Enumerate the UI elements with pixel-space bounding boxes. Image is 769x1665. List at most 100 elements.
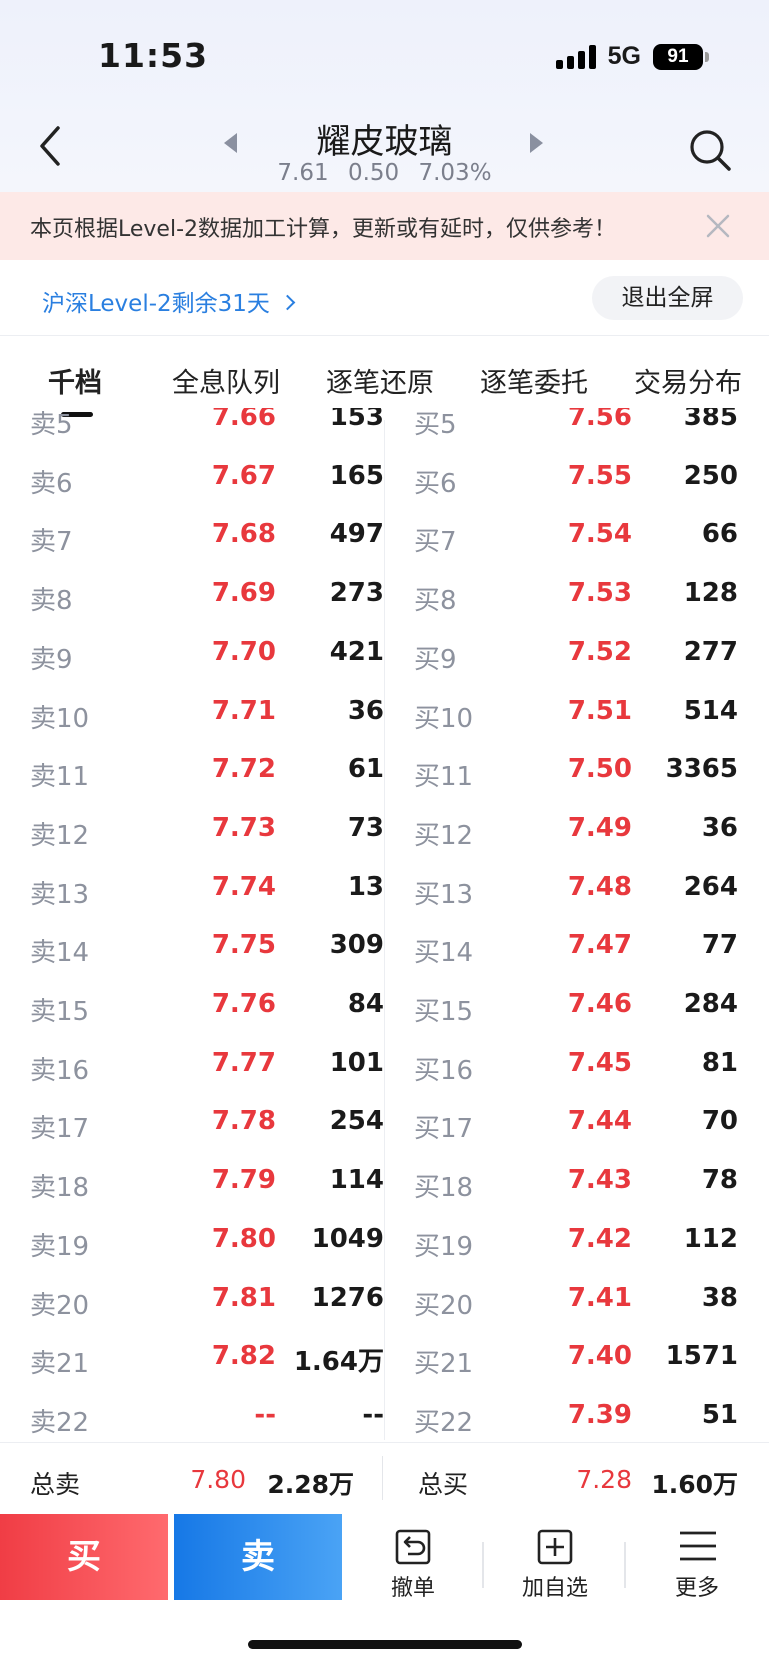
ask-price: 7.69 <box>211 578 276 609</box>
sell-button[interactable]: 卖 <box>174 1514 342 1600</box>
bid-row[interactable]: 买8 7.53 128 <box>414 568 769 626</box>
ask-price: 7.78 <box>211 1106 276 1137</box>
add-watchlist-button[interactable]: 加自选 <box>490 1514 620 1601</box>
bid-level-label: 买20 <box>414 1290 474 1321</box>
ask-row[interactable]: 卖19 7.80 1049 <box>30 1214 400 1272</box>
bid-row[interactable]: 买16 7.45 81 <box>414 1038 769 1096</box>
bid-volume: 385 <box>683 408 738 432</box>
level2-link[interactable]: 沪深Level-2剩余31天 <box>42 284 293 318</box>
ask-row[interactable]: 卖8 7.69 273 <box>30 568 400 626</box>
bid-volume: 112 <box>683 1223 738 1254</box>
ask-row[interactable]: 卖12 7.73 73 <box>30 803 400 861</box>
bid-row[interactable]: 买12 7.49 36 <box>414 803 769 861</box>
ask-row[interactable]: 卖9 7.70 421 <box>30 627 400 685</box>
ask-row[interactable]: 卖6 7.67 165 <box>30 451 400 509</box>
menu-icon <box>680 1531 716 1561</box>
bid-level-label: 买8 <box>414 586 457 617</box>
bid-volume: 66 <box>701 519 738 550</box>
ask-volume: 61 <box>347 754 384 785</box>
bid-price: 7.51 <box>567 695 632 726</box>
tab-qiandang[interactable]: 千档 <box>48 361 102 400</box>
bid-row[interactable]: 买18 7.43 78 <box>414 1155 769 1213</box>
bid-level-label: 买22 <box>414 1407 474 1438</box>
bid-row[interactable]: 买9 7.52 277 <box>414 627 769 685</box>
bid-row[interactable]: 买6 7.55 250 <box>414 451 769 509</box>
ask-row[interactable]: 卖7 7.68 497 <box>30 509 400 567</box>
ask-price: 7.66 <box>211 408 276 432</box>
home-indicator <box>248 1640 522 1649</box>
buy-button[interactable]: 买 <box>0 1514 168 1600</box>
more-label: 更多 <box>674 1576 719 1601</box>
ask-level-label: 卖14 <box>30 938 90 969</box>
ask-price: 7.67 <box>211 460 276 491</box>
bid-level-label: 买18 <box>414 1173 474 1204</box>
bid-price: 7.56 <box>567 408 632 432</box>
bid-row[interactable]: 买15 7.46 284 <box>414 979 769 1037</box>
bid-price: 7.40 <box>567 1341 632 1372</box>
ask-row[interactable]: 卖15 7.76 84 <box>30 979 400 1037</box>
ask-row[interactable]: 卖17 7.78 254 <box>30 1096 400 1154</box>
ask-volume: -- <box>362 1399 384 1430</box>
ask-volume: 114 <box>329 1165 384 1196</box>
ask-level-label: 卖18 <box>30 1173 90 1204</box>
ask-volume: 153 <box>329 408 384 432</box>
search-icon[interactable] <box>686 126 734 174</box>
exit-fullscreen-button[interactable]: 退出全屏 <box>592 276 743 320</box>
tab-zhubi-huanyuan[interactable]: 逐笔还原 <box>326 361 434 400</box>
bid-level-label: 买15 <box>414 997 474 1027</box>
bid-row[interactable]: 买20 7.41 38 <box>414 1273 769 1331</box>
bid-row[interactable]: 买14 7.47 77 <box>414 920 769 978</box>
ask-volume: 421 <box>329 636 384 667</box>
cancel-order-button[interactable]: 撤单 <box>348 1514 478 1601</box>
bid-level-label: 买9 <box>414 644 457 675</box>
more-button[interactable]: 更多 <box>632 1514 762 1601</box>
bid-price: 7.41 <box>567 1282 632 1313</box>
ask-row[interactable]: 卖16 7.77 101 <box>30 1038 400 1096</box>
stock-quote: 7.61 0.50 7.03% <box>0 160 769 186</box>
bid-price: 7.45 <box>567 1047 632 1078</box>
bid-row[interactable]: 买13 7.48 264 <box>414 862 769 920</box>
ask-price: 7.73 <box>211 812 276 843</box>
bid-row[interactable]: 买7 7.54 66 <box>414 509 769 567</box>
bid-row[interactable]: 买17 7.44 70 <box>414 1096 769 1154</box>
close-icon[interactable] <box>704 212 732 240</box>
bid-price: 7.54 <box>567 519 632 550</box>
tab-trade-distribution[interactable]: 交易分布 <box>634 361 742 400</box>
bid-row[interactable]: 买11 7.50 3365 <box>414 744 769 802</box>
ask-row[interactable]: 卖18 7.79 114 <box>30 1155 400 1213</box>
bid-row[interactable]: 买5 7.56 385 <box>414 408 769 450</box>
notice-text: 本页根据Level-2数据加工计算，更新或有延时，仅供参考！ <box>30 217 617 242</box>
book-divider <box>384 420 385 1440</box>
total-buy-price: 7.28 <box>576 1465 632 1494</box>
bid-row[interactable]: 买22 7.39 51 <box>414 1390 769 1442</box>
next-stock-icon[interactable] <box>530 133 543 153</box>
ask-price: 7.77 <box>211 1047 276 1078</box>
ask-level-label: 卖8 <box>30 586 73 617</box>
ask-row[interactable]: 卖10 7.71 36 <box>30 686 400 744</box>
total-sell-label: 总卖 <box>30 1470 81 1499</box>
ask-price: 7.82 <box>211 1341 276 1372</box>
ask-row[interactable]: 卖22 -- -- <box>30 1390 400 1442</box>
ask-level-label: 卖21 <box>30 1349 90 1380</box>
ask-price: 7.74 <box>211 871 276 902</box>
bid-volume: 36 <box>701 812 738 843</box>
bid-price: 7.49 <box>567 812 632 843</box>
tab-bar: 千档 全息队列 逐笔还原 逐笔委托 交易分布 <box>0 337 769 417</box>
bid-price: 7.52 <box>567 636 632 667</box>
bid-volume: 128 <box>683 578 738 609</box>
ask-row[interactable]: 卖14 7.75 309 <box>30 920 400 978</box>
tab-quanxi-queue[interactable]: 全息队列 <box>172 361 280 400</box>
ask-row[interactable]: 卖21 7.82 1.64万 <box>30 1331 400 1389</box>
ask-price: 7.75 <box>211 930 276 961</box>
bid-row[interactable]: 买21 7.40 1571 <box>414 1331 769 1389</box>
bid-volume: 277 <box>683 636 738 667</box>
ask-volume: 101 <box>329 1047 384 1078</box>
tab-zhubi-weituo[interactable]: 逐笔委托 <box>480 361 588 400</box>
ask-row[interactable]: 卖20 7.81 1276 <box>30 1273 400 1331</box>
ask-row[interactable]: 卖13 7.74 13 <box>30 862 400 920</box>
ask-row[interactable]: 卖5 7.66 153 <box>30 408 400 450</box>
bid-row[interactable]: 买19 7.42 112 <box>414 1214 769 1272</box>
ask-row[interactable]: 卖11 7.72 61 <box>30 744 400 802</box>
bid-row[interactable]: 买10 7.51 514 <box>414 686 769 744</box>
bid-level-label: 买17 <box>414 1114 474 1145</box>
